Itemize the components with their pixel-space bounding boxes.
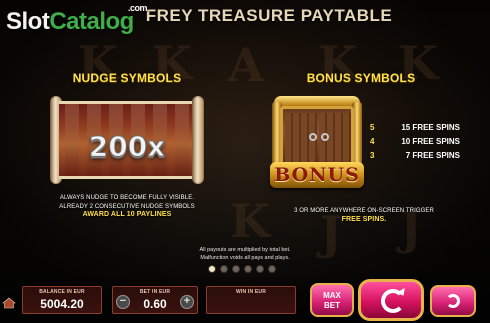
nudge-description: ALWAYS NUDGE TO BECOME FULLY VISIBLE. AL… [30,194,224,220]
background-reel-symbol: A [228,38,264,92]
nudge-symbol-image: 200x [50,96,204,184]
paytable-row: 3 7 FREE SPINS [370,151,460,165]
max-bet-button[interactable]: MAX BET [310,283,354,317]
bonus-plate-text: BONUS [270,162,364,188]
home-button[interactable] [2,296,16,310]
bonus-symbol-image: BONUS [268,92,366,192]
spin-button[interactable] [358,279,424,321]
watermark-accent: Catalog [49,8,134,35]
page-dot[interactable] [268,265,276,273]
max-bet-label-line: MAX [323,291,341,300]
paytable-reward: 10 FREE SPINS [401,137,460,146]
paytable-count: 5 [370,123,375,132]
footnote-line: Malfunction voids all pays and plays. [200,255,290,261]
nudge-section-title: NUDGE SYMBOLS [72,71,182,85]
bonus-highlight: FREE SPINS. [341,215,387,223]
autoplay-icon [446,294,460,308]
bet-field: BET IN EUR − 0.60 + [112,286,198,314]
paytable-screen: K K A K K K J J FREY TREASURE PAYTABLE S… [0,0,490,323]
page-dot[interactable] [232,265,240,273]
bonus-section-title: BONUS SYMBOLS [306,71,416,85]
paytable-count: 3 [370,151,375,160]
bonus-description-line: 3 OR MORE ANYWHERE ON-SCREEN TRIGGER [294,208,434,214]
balance-label: BALANCE IN EUR [39,289,85,295]
home-icon [2,297,16,309]
balance-field: BALANCE IN EUR 5004.20 [22,286,102,314]
paytable-reward: 15 FREE SPINS [401,123,460,132]
paytable-count: 4 [370,137,375,146]
page-dot[interactable] [208,265,216,273]
nudge-description-line: ALWAYS NUDGE TO BECOME FULLY VISIBLE. [59,195,195,201]
payout-footnote: All payouts are multiplied by total bet.… [160,246,330,262]
background-reel-symbol: K [230,194,270,248]
balance-value: 5004.20 [40,297,84,311]
chest-body [280,106,354,168]
nudge-description-line: ALREADY 2 CONSECUTIVE NUDGE SYMBOLS [59,203,195,210]
max-bet-label-line: BET [324,301,340,310]
scroll-body: 200x [59,101,195,179]
page-dot[interactable] [244,265,252,273]
page-dot[interactable] [256,265,264,273]
nudge-multiplier: 200x [88,130,166,164]
nudge-highlight: AWARD ALL 10 PAYLINES [82,211,172,218]
win-field: WIN IN EUR [206,286,296,314]
watermark-suffix: .com [128,3,148,13]
autoplay-button[interactable] [430,285,476,317]
watermark-logo: SlotCatalog .com [6,3,148,36]
bet-increase-button[interactable]: + [180,295,194,309]
paytable-row: 4 10 FREE SPINS [370,137,460,151]
footnote-line: All payouts are multiplied by total bet. [199,247,291,253]
paytable-row: 5 15 FREE SPINS [370,123,460,137]
scroll-right-roll [192,96,204,184]
bonus-description: 3 OR MORE ANYWHERE ON-SCREEN TRIGGER FRE… [282,207,446,224]
win-label: WIN IN EUR [235,289,267,295]
paytable-reward: 7 FREE SPINS [405,151,460,160]
page-dot[interactable] [220,265,228,273]
bonus-paytable: 5 15 FREE SPINS 4 10 FREE SPINS 3 7 FREE… [370,123,460,165]
watermark-prefix: Slot [6,8,50,35]
